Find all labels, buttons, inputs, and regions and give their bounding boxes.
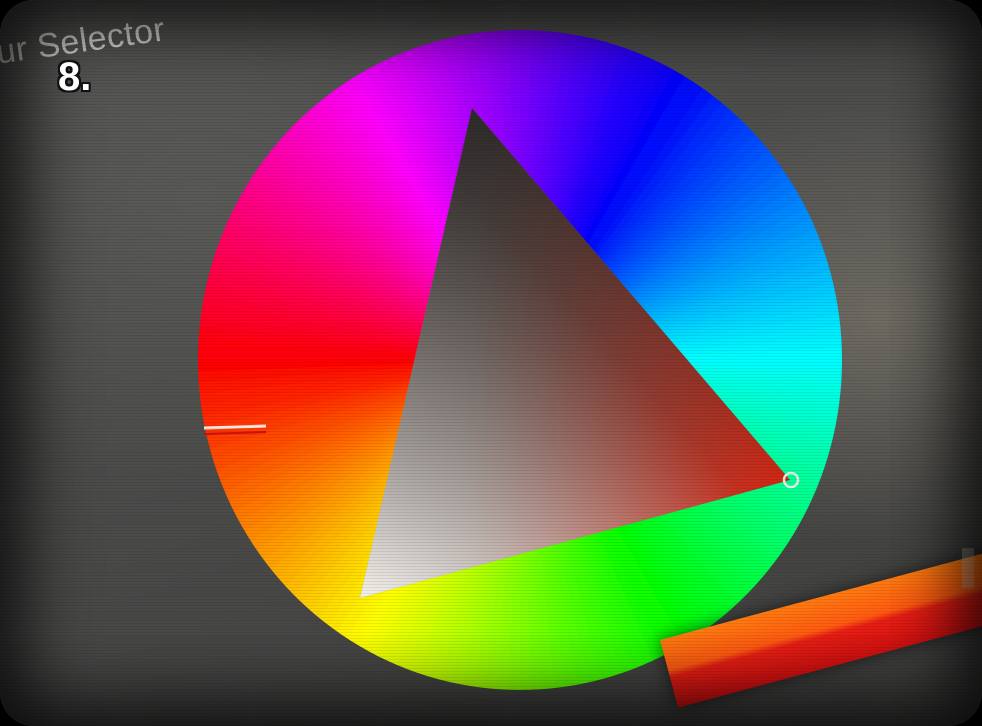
edge-glyph bbox=[962, 548, 974, 588]
screen-photo: ur Selector 8. bbox=[0, 0, 982, 726]
step-number-label: 8. bbox=[58, 55, 92, 99]
